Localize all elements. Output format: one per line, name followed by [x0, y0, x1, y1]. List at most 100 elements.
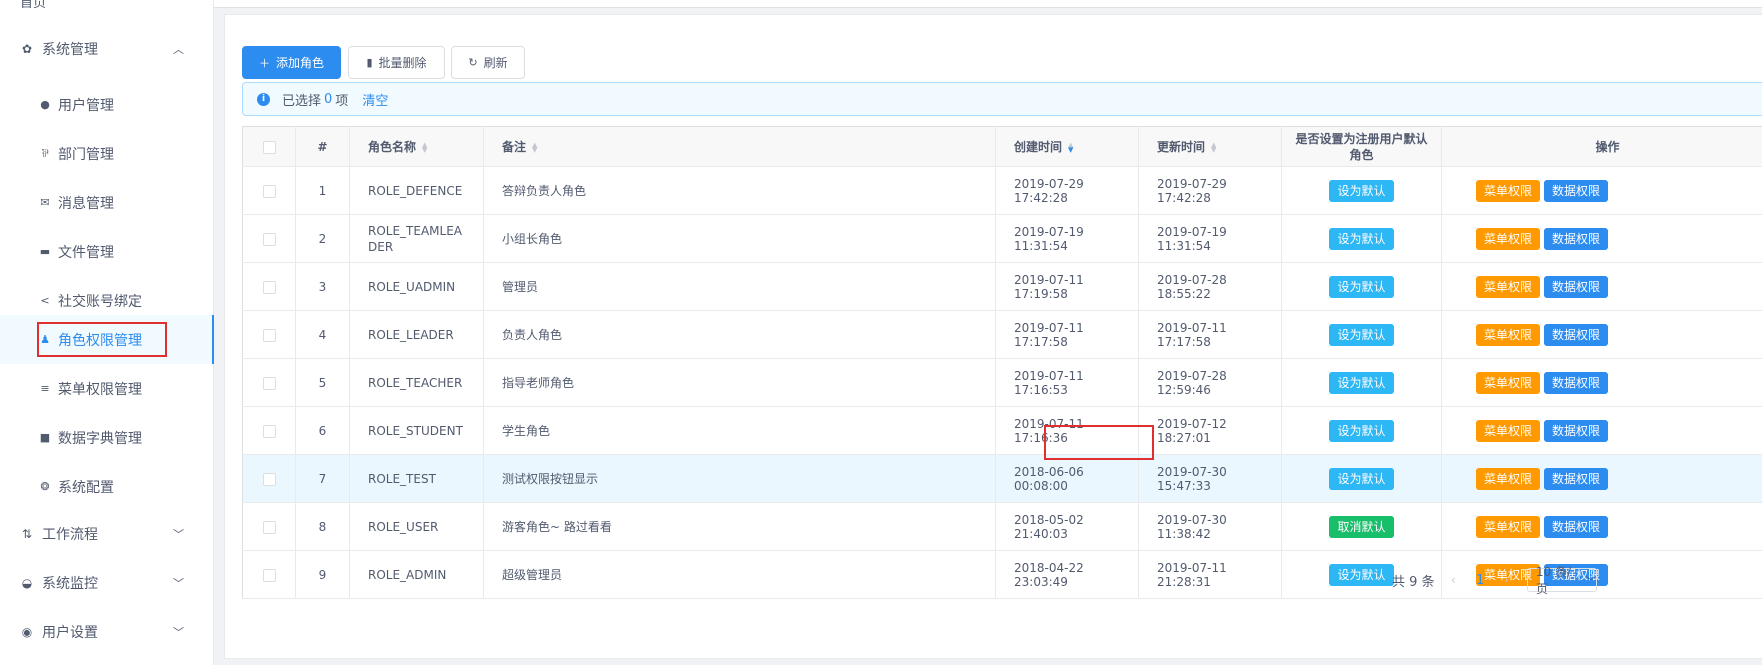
set-default-button[interactable]: 设为默认: [1329, 467, 1394, 490]
select-all-checkbox[interactable]: [262, 140, 276, 154]
select-all-cell[interactable]: [242, 126, 296, 167]
row-checkbox[interactable]: [262, 232, 276, 246]
table-row[interactable]: 7 ROLE_TEST 测试权限按钮显示 2018-06-06 00:08:00 201…: [242, 454, 1762, 503]
row-checkbox[interactable]: [262, 376, 276, 390]
role-name-cell: ROLE_DEFENCE: [349, 166, 484, 215]
default-cell: 设为默认: [1281, 214, 1442, 263]
created-cell: 2019-07-11 17:19:58: [995, 262, 1139, 311]
header-created-label: 创建时间: [1014, 140, 1063, 154]
cancel-default-button[interactable]: 取消默认: [1329, 515, 1394, 538]
set-default-button[interactable]: 设为默认: [1329, 371, 1394, 394]
data-permission-button[interactable]: 数据权限: [1544, 275, 1609, 298]
set-default-button[interactable]: 设为默认: [1329, 563, 1394, 586]
row-checkbox[interactable]: [262, 328, 276, 342]
table-row[interactable]: 5 ROLE_TEACHER 指导老师角色 2019-07-11 17:16:53 20…: [242, 358, 1762, 407]
data-permission-button[interactable]: 数据权限: [1544, 179, 1609, 202]
row-checkbox[interactable]: [262, 568, 276, 582]
table-row[interactable]: 2 ROLE_TEAMLEADER 小组长角色 2019-07-19 11:31:54…: [242, 214, 1762, 263]
menu-permission-button[interactable]: 菜单权限: [1476, 179, 1541, 202]
header-updated[interactable]: 更新时间 ▲ ▼: [1138, 126, 1282, 167]
created-cell: 2019-07-29 17:42:28: [995, 166, 1139, 215]
row-checkbox-cell[interactable]: [242, 454, 296, 503]
sidebar-item-roles[interactable]: ♟ 角色权限管理: [0, 315, 214, 364]
sidebar-item-files[interactable]: ▬ 文件管理: [0, 227, 214, 276]
data-permission-button[interactable]: 数据权限: [1544, 419, 1609, 442]
page-size-select[interactable]: 10 条/页 ﹀: [1527, 565, 1597, 596]
row-checkbox[interactable]: [262, 280, 276, 294]
created-cell: 2018-05-02 21:40:03: [995, 502, 1139, 551]
set-default-button[interactable]: 设为默认: [1329, 227, 1394, 250]
row-checkbox-cell[interactable]: [242, 550, 296, 599]
row-checkbox-cell[interactable]: [242, 214, 296, 263]
next-page-button[interactable]: ›: [1504, 568, 1509, 592]
row-checkbox-cell[interactable]: [242, 166, 296, 215]
menu-permission-button[interactable]: 菜单权限: [1476, 227, 1541, 250]
menu-group-workflow[interactable]: ⇅ 工作流程 ﹀: [0, 509, 214, 558]
sidebar-item-users[interactable]: ● 用户管理: [0, 80, 214, 129]
set-default-button[interactable]: 设为默认: [1329, 179, 1394, 202]
selection-prefix: 已选择: [282, 93, 322, 109]
data-permission-button[interactable]: 数据权限: [1544, 515, 1609, 538]
menu-permission-button[interactable]: 菜单权限: [1476, 275, 1541, 298]
sidebar-item-config[interactable]: ❂ 系统配置: [0, 462, 214, 511]
table-row[interactable]: 8 ROLE_USER 游客角色~ 路过看看 2018-05-02 21:40:03 2…: [242, 502, 1762, 551]
sort-desc-icon[interactable]: ▲ ▼: [1068, 141, 1073, 153]
description-cell: 答辩负责人角色: [483, 166, 996, 215]
sort-icon[interactable]: ▲ ▼: [422, 141, 427, 153]
menu-group-label: 工作流程: [42, 526, 98, 543]
set-default-button[interactable]: 设为默认: [1329, 323, 1394, 346]
data-permission-button[interactable]: 数据权限: [1544, 227, 1609, 250]
menu-permission-button[interactable]: 菜单权限: [1476, 467, 1541, 490]
table-row[interactable]: 4 ROLE_LEADER 负责人角色 2019-07-11 17:17:58 2019…: [242, 310, 1762, 359]
row-index: 7: [295, 454, 350, 503]
book-icon: ■: [39, 431, 51, 444]
header-created[interactable]: 创建时间 ▲ ▼: [995, 126, 1139, 167]
table-row[interactable]: 3 ROLE_UADMIN 管理员 2019-07-11 17:19:58 2019-0…: [242, 262, 1762, 311]
menu-permission-button[interactable]: 菜单权限: [1476, 323, 1541, 346]
sort-icon[interactable]: ▲ ▼: [1211, 141, 1216, 153]
sidebar-item-departments[interactable]: ⅌ 部门管理: [0, 129, 214, 178]
user-icon: ●: [40, 98, 50, 111]
menu-permission-button[interactable]: 菜单权限: [1476, 419, 1541, 442]
row-checkbox-cell[interactable]: [242, 358, 296, 407]
add-role-button[interactable]: ＋ 添加角色: [242, 46, 341, 79]
page-1-button[interactable]: 1: [1476, 568, 1484, 592]
row-checkbox[interactable]: [262, 424, 276, 438]
sidebar-item-label: 消息管理: [58, 195, 114, 212]
menu-group-user-settings[interactable]: ◉ 用户设置 ﹀: [0, 607, 214, 656]
chevron-up-icon: ︿: [173, 43, 184, 56]
row-checkbox-cell[interactable]: [242, 406, 296, 455]
data-permission-button[interactable]: 数据权限: [1544, 323, 1609, 346]
sort-icon[interactable]: ▲ ▼: [532, 141, 537, 153]
sidebar-top-partial: 首页: [0, 0, 214, 8]
table-row[interactable]: 6 ROLE_STUDENT 学生角色 2019-07-11 17:16:36 2019…: [242, 406, 1762, 455]
prev-page-button[interactable]: ‹: [1451, 568, 1456, 592]
menu-permission-button[interactable]: 菜单权限: [1476, 371, 1541, 394]
menu-group-monitor[interactable]: ◒ 系统监控 ﹀: [0, 558, 214, 607]
created-cell: 2019-07-11 17:16:53: [995, 358, 1139, 407]
table-row[interactable]: 1 ROLE_DEFENCE 答辩负责人角色 2019-07-29 17:42:28 2…: [242, 166, 1762, 215]
batch-delete-button[interactable]: ▮ 批量删除: [348, 46, 445, 79]
set-default-button[interactable]: 设为默认: [1329, 419, 1394, 442]
set-default-button[interactable]: 设为默认: [1329, 275, 1394, 298]
header-description[interactable]: 备注 ▲ ▼: [483, 126, 996, 167]
row-checkbox-cell[interactable]: [242, 310, 296, 359]
data-permission-button[interactable]: 数据权限: [1544, 467, 1609, 490]
header-name[interactable]: 角色名称 ▲ ▼: [349, 126, 484, 167]
row-checkbox-cell[interactable]: [242, 502, 296, 551]
sidebar-item-dictionary[interactable]: ■ 数据字典管理: [0, 413, 214, 462]
refresh-button[interactable]: ↻ 刷新: [451, 46, 525, 79]
row-index: 4: [295, 310, 350, 359]
sidebar-item-menus[interactable]: ≡ 菜单权限管理: [0, 364, 214, 413]
row-checkbox[interactable]: [262, 184, 276, 198]
description-cell: 指导老师角色: [483, 358, 996, 407]
chevron-down-icon: ﹀: [1586, 576, 1596, 588]
data-permission-button[interactable]: 数据权限: [1544, 371, 1609, 394]
menu-group-system[interactable]: ✿ 系统管理 ︿: [0, 24, 214, 73]
row-checkbox-cell[interactable]: [242, 262, 296, 311]
sidebar-item-messages[interactable]: ✉ 消息管理: [0, 178, 214, 227]
clear-selection-link[interactable]: 清空: [362, 90, 388, 109]
menu-permission-button[interactable]: 菜单权限: [1476, 515, 1541, 538]
row-checkbox[interactable]: [262, 520, 276, 534]
row-checkbox[interactable]: [262, 472, 276, 486]
